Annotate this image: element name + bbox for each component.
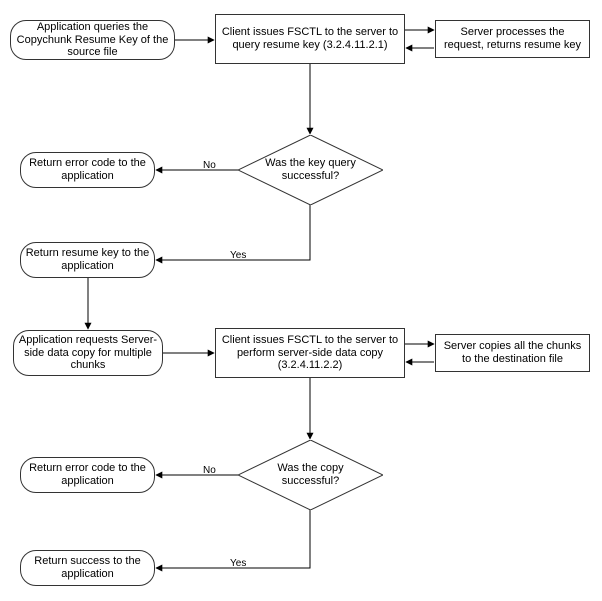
edges-layer: [0, 0, 602, 601]
node-label: Application requests Server-side data co…: [18, 334, 158, 372]
node-label: Was the key query successful?: [242, 157, 379, 182]
node-server-query: Server processes the request, returns re…: [435, 20, 590, 58]
node-err-key: Return error code to the application: [20, 152, 155, 188]
edge-label-yes: Yes: [230, 250, 246, 261]
node-decision-key: Was the key query successful?: [238, 135, 383, 205]
node-decision-copy: Was the copy successful?: [238, 440, 383, 510]
node-err-copy: Return error code to the application: [20, 457, 155, 493]
node-label: Client issues FSCTL to the server to que…: [220, 26, 400, 51]
node-label: Server copies all the chunks to the dest…: [440, 340, 585, 365]
edge-label-no: No: [203, 465, 216, 476]
node-label: Return error code to the application: [25, 157, 150, 182]
node-label: Return resume key to the application: [25, 247, 150, 272]
edge-label-no: No: [203, 160, 216, 171]
node-label: Return error code to the application: [25, 462, 150, 487]
node-client-query: Client issues FSCTL to the server to que…: [215, 14, 405, 64]
node-ok-key: Return resume key to the application: [20, 242, 155, 278]
node-label: Server processes the request, returns re…: [440, 26, 585, 51]
node-ok-copy: Return success to the application: [20, 550, 155, 586]
node-label: Application queries the Copychunk Resume…: [15, 21, 170, 59]
node-client-copy: Client issues FSCTL to the server to per…: [215, 328, 405, 378]
flowchart-canvas: Application queries the Copychunk Resume…: [0, 0, 602, 601]
node-app-query-key: Application queries the Copychunk Resume…: [10, 20, 175, 60]
node-label: Client issues FSCTL to the server to per…: [220, 334, 400, 372]
node-server-copy: Server copies all the chunks to the dest…: [435, 334, 590, 372]
node-app-copy-req: Application requests Server-side data co…: [13, 330, 163, 376]
node-label: Return success to the application: [25, 555, 150, 580]
node-label: Was the copy successful?: [242, 462, 379, 487]
edge-label-yes: Yes: [230, 558, 246, 569]
